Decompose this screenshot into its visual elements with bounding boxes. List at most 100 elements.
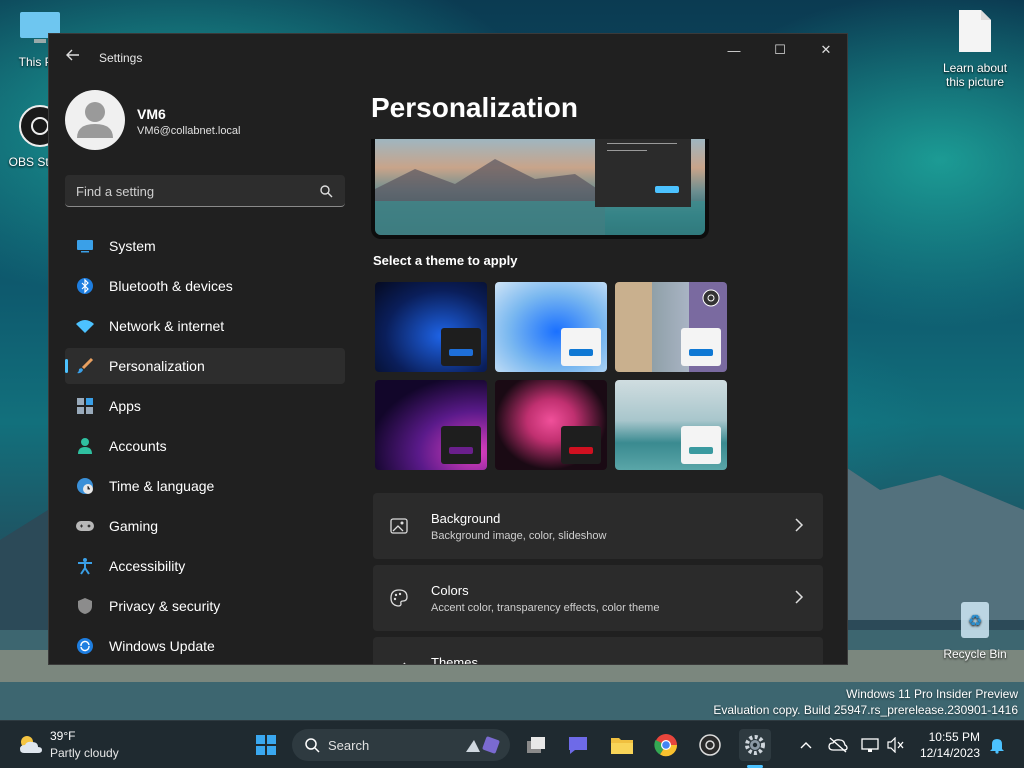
minimize-button[interactable]: —	[711, 34, 757, 66]
theme-tile-flow[interactable]	[615, 380, 727, 470]
clock-time[interactable]: 10:55 PM	[929, 730, 980, 744]
task-view-icon	[527, 737, 545, 753]
weather-widget[interactable]	[14, 729, 46, 761]
accessibility-icon	[75, 556, 95, 576]
page-title: Personalization	[371, 92, 578, 123]
svg-text:♻: ♻	[968, 611, 982, 630]
recycle-bin-icon: ♻	[961, 602, 989, 638]
theme-tile-captured-motion[interactable]	[495, 380, 607, 470]
obs-taskbar-button[interactable]	[694, 729, 726, 761]
preview-line	[607, 143, 677, 144]
notifications-button[interactable]	[987, 735, 1007, 755]
settings-window: Settings — ☐ ✕ VM6 VM6@collabnet.local F…	[48, 33, 848, 665]
taskbar-search[interactable]: Search	[292, 729, 510, 761]
theme-accent-bar	[569, 447, 593, 454]
spotlight-icon	[702, 289, 720, 307]
avatar[interactable]	[65, 90, 125, 150]
user-icon	[77, 102, 113, 138]
partly-cloudy-icon	[20, 736, 42, 753]
app-title: Settings	[99, 51, 143, 65]
card-subtitle: Accent color, transparency effects, colo…	[431, 602, 660, 614]
theme-mini-window	[441, 426, 481, 464]
bluetooth-icon	[75, 276, 95, 296]
card-subtitle: Background image, color, slideshow	[431, 530, 607, 542]
image-icon	[390, 518, 408, 534]
accounts-icon	[75, 436, 95, 456]
globe-clock-icon	[75, 476, 95, 496]
apps-icon	[75, 396, 95, 416]
search-icon	[320, 185, 333, 198]
chevron-up-icon	[800, 742, 812, 749]
show-hidden-icons-button[interactable]	[796, 735, 816, 755]
search-icon	[305, 738, 320, 753]
theme-preview	[371, 139, 709, 239]
desktop-icon-learn-about-picture[interactable]: Learn about this picture	[935, 8, 1015, 89]
colors-card[interactable]: Colors Accent color, transparency effect…	[373, 565, 823, 631]
sidebar-item-apps[interactable]: Apps	[65, 388, 345, 424]
theme-accent-bar	[689, 349, 713, 356]
evaluation-watermark: Windows 11 Pro Insider Preview Evaluatio…	[713, 686, 1018, 718]
sidebar-item-label: Accessibility	[109, 558, 186, 574]
theme-mini-window	[561, 426, 601, 464]
network-tray-button[interactable]	[860, 735, 880, 755]
sidebar-item-label: Personalization	[109, 358, 205, 374]
sidebar-item-time-language[interactable]: Time & language	[65, 468, 345, 504]
sidebar-item-label: Gaming	[109, 518, 159, 534]
sidebar-item-label: Apps	[109, 398, 141, 414]
title-bar: Settings — ☐ ✕	[49, 34, 847, 82]
maximize-button[interactable]: ☐	[757, 34, 803, 66]
clock-date[interactable]: 12/14/2023	[920, 746, 980, 760]
document-icon	[959, 10, 991, 52]
sidebar-item-personalization[interactable]: Personalization	[65, 348, 345, 384]
network-monitor-icon	[861, 738, 879, 752]
start-button[interactable]	[250, 729, 282, 761]
sidebar-item-privacy-security[interactable]: Privacy & security	[65, 588, 345, 624]
sidebar-item-label: Network & internet	[109, 318, 225, 334]
watermark-line: Evaluation copy. Build 25947.rs_prerelea…	[713, 703, 1018, 717]
task-view-button[interactable]	[520, 729, 552, 761]
sidebar-item-network[interactable]: Network & internet	[65, 308, 345, 344]
sidebar-item-label: Bluetooth & devices	[109, 278, 233, 294]
desktop-icon-recycle-bin[interactable]: ♻ Recycle Bin	[935, 596, 1015, 661]
chevron-right-icon	[795, 518, 804, 532]
themes-card[interactable]: Themes	[373, 637, 823, 664]
shield-icon	[75, 596, 95, 616]
sidebar-item-label: System	[109, 238, 156, 254]
back-button[interactable]	[63, 48, 83, 68]
sidebar-item-accessibility[interactable]: Accessibility	[65, 548, 345, 584]
brush-icon	[403, 662, 406, 664]
theme-mini-window	[681, 426, 721, 464]
sidebar-item-accounts[interactable]: Accounts	[65, 428, 345, 464]
theme-accent-bar	[449, 349, 473, 356]
theme-tile-dark-bloom[interactable]	[375, 282, 487, 372]
chrome-button[interactable]	[650, 729, 682, 761]
desktop-icon-label: Recycle Bin	[943, 647, 1007, 661]
search-input[interactable]: Find a setting	[65, 175, 345, 207]
volume-tray-button[interactable]	[886, 735, 906, 755]
update-icon	[75, 636, 95, 656]
close-icon: ✕	[820, 42, 832, 57]
onedrive-tray-button[interactable]	[828, 735, 848, 755]
chat-button[interactable]	[562, 729, 594, 761]
sidebar-item-windows-update[interactable]: Windows Update	[65, 628, 345, 664]
card-title: Background	[431, 511, 501, 526]
sidebar-item-gaming[interactable]: Gaming	[65, 508, 345, 544]
theme-tile-glow[interactable]	[375, 380, 487, 470]
brush-icon	[75, 356, 95, 376]
theme-tile-spotlight[interactable]	[615, 282, 727, 372]
file-explorer-button[interactable]	[606, 729, 638, 761]
sidebar-item-bluetooth[interactable]: Bluetooth & devices	[65, 268, 345, 304]
preview-window	[595, 139, 691, 207]
minimize-icon: —	[727, 42, 741, 58]
search-placeholder: Find a setting	[76, 184, 155, 199]
desktop-icon-label: Learn about this picture	[942, 61, 1008, 89]
background-card[interactable]: Background Background image, color, slid…	[373, 493, 823, 559]
theme-tile-light-bloom[interactable]	[495, 282, 607, 372]
card-title: Colors	[431, 583, 469, 598]
gamepad-icon	[75, 516, 95, 536]
settings-taskbar-button[interactable]	[739, 729, 771, 761]
content-pane: Select a theme to apply Background Backg…	[371, 139, 841, 664]
sidebar-item-system[interactable]: System	[65, 228, 345, 264]
profile-email: VM6@collabnet.local	[137, 125, 241, 137]
close-button[interactable]: ✕	[803, 34, 847, 66]
